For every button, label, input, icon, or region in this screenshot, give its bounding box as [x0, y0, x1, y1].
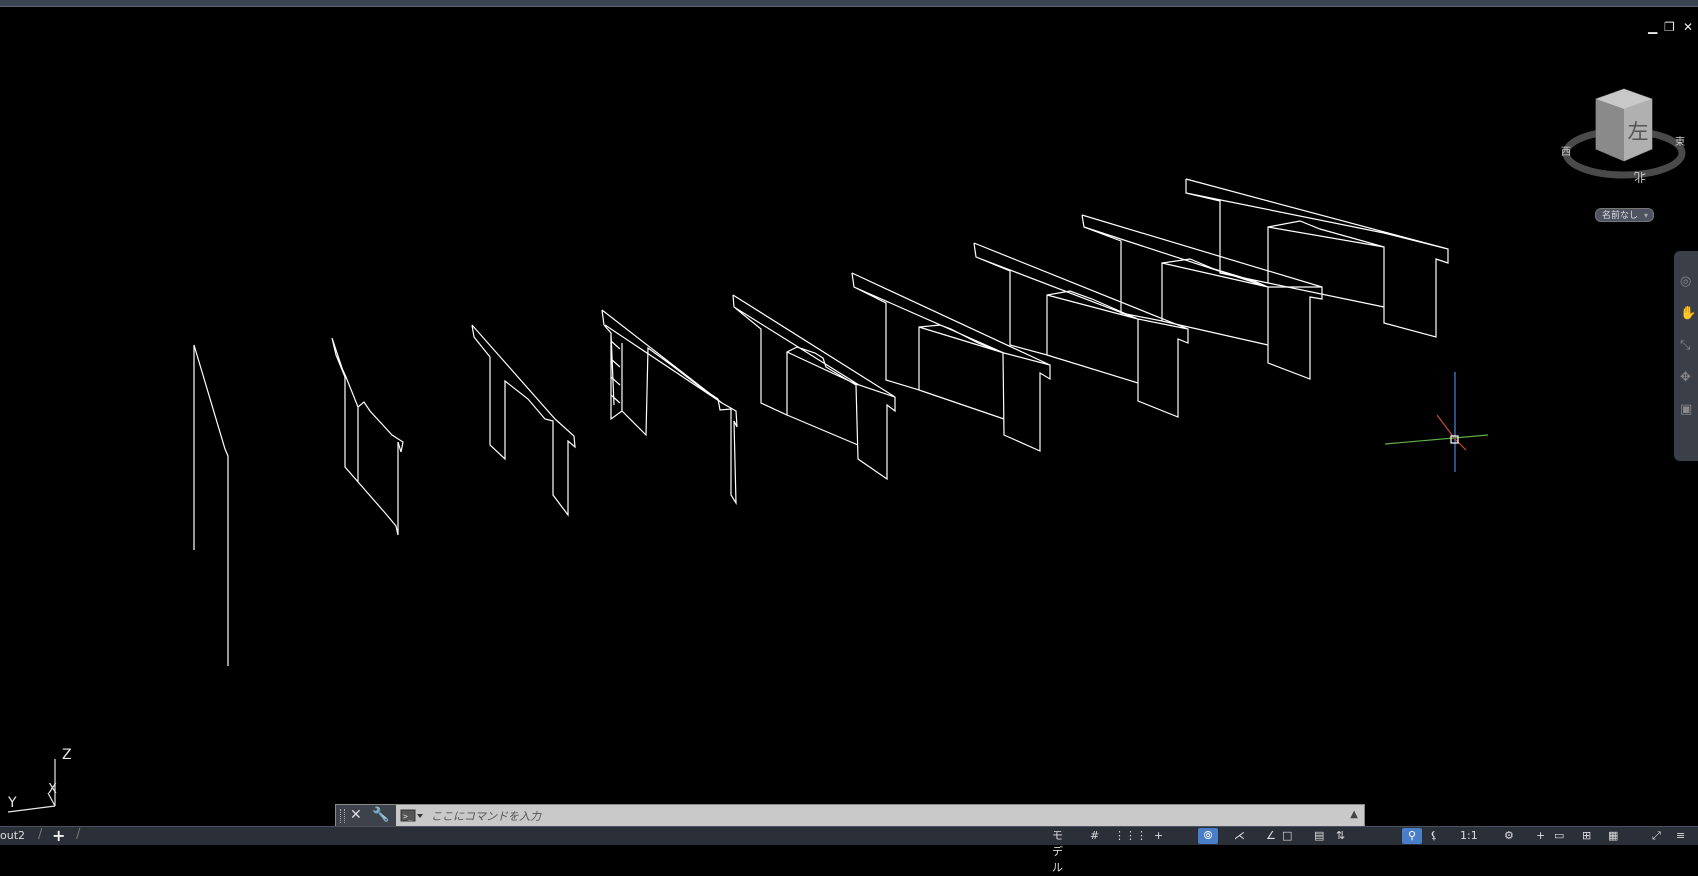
auto-scale-icon[interactable]: ⚸ [1430, 828, 1438, 844]
crosshair-cursor [1384, 372, 1489, 472]
viewcube-west: 西 [1561, 147, 1571, 158]
lineweight-icon[interactable]: ▤ [1314, 828, 1324, 844]
section-frame-4 [601, 309, 738, 506]
infer-constraints-icon[interactable]: + [1154, 828, 1163, 844]
section-frame-8 [1081, 214, 1323, 380]
title-bar [0, 0, 1698, 7]
fullscreen-icon[interactable]: ⤢ [1652, 828, 1661, 844]
ucs-y-label: Y [7, 795, 17, 811]
add-layout-button[interactable]: + [52, 826, 65, 845]
object-snap-icon[interactable]: □ [1282, 828, 1292, 844]
units-icon[interactable]: ▭ [1554, 828, 1564, 844]
hardware-acceleration-icon[interactable]: ▦ [1608, 828, 1618, 844]
svg-text:>_: >_ [403, 812, 413, 821]
viewcube-face-label: 左 [1628, 120, 1649, 144]
steering-wheel-icon[interactable]: ◎ [1680, 275, 1694, 289]
transparency-icon[interactable]: ⇅ [1336, 828, 1345, 844]
command-line-toolbar: ✕ 🔧 [336, 805, 396, 827]
object-snap-tracking-icon[interactable]: ∠ [1266, 828, 1276, 844]
section-frame-3 [471, 324, 576, 517]
ucs-x-label: X [48, 782, 57, 797]
section-frame-7 [973, 242, 1189, 418]
section-frame-1 [193, 344, 229, 666]
snap-icon[interactable]: ⋮⋮⋮ [1114, 828, 1147, 844]
model-space-button[interactable]: モデル [1052, 828, 1063, 874]
ucs-icon: Z Y X [7, 747, 72, 813]
zoom-extents-icon[interactable]: ⤡ [1680, 339, 1694, 353]
gear-icon[interactable]: ⚙ [1504, 828, 1514, 844]
ucs-z-label: Z [62, 747, 72, 763]
restore-icon[interactable]: ❐ [1664, 21, 1675, 33]
close-icon[interactable]: ✕ [350, 807, 362, 823]
grip-handle-icon[interactable] [340, 809, 345, 823]
navigation-bar: ◎ ✋ ⤡ ✥ ▣ [1674, 251, 1698, 461]
chevron-down-icon: ▾ [1643, 211, 1648, 220]
pan-icon[interactable]: ✋ [1680, 307, 1696, 321]
quick-properties-icon[interactable]: ⊞ [1582, 828, 1591, 844]
command-input[interactable] [431, 807, 1311, 825]
command-line: ✕ 🔧 >_ ▲ [335, 804, 1365, 828]
model-space-drawing [193, 178, 1489, 666]
command-history-icon[interactable]: ▲ [1350, 809, 1358, 820]
command-prompt-icon[interactable]: >_ [400, 809, 424, 823]
annotation-visibility-icon[interactable]: ⚲ [1402, 828, 1422, 844]
orbit-icon[interactable]: ✥ [1680, 371, 1694, 385]
minimize-icon[interactable]: ▁ [1648, 21, 1657, 33]
section-frame-5 [732, 294, 896, 481]
isometric-draft-icon[interactable]: ⋌ [1234, 828, 1245, 844]
drawing-viewport[interactable]: ▁ ❐ ✕ 左 北 西 東 名前なし ▾ ◎ ✋ ⤡ ✥ ▣ Z Y X ✕ 🔧… [0, 7, 1698, 828]
annotation-monitor-icon[interactable]: + [1536, 828, 1545, 844]
viewcube[interactable]: 左 北 西 東 [1552, 85, 1692, 190]
polar-tracking-icon[interactable]: ⦾ [1198, 828, 1218, 844]
annotation-scale[interactable]: 1:1 [1460, 828, 1478, 844]
wcs-label: 名前なし [1602, 211, 1639, 221]
showmotion-icon[interactable]: ▣ [1680, 403, 1694, 417]
section-frame-2 [331, 337, 404, 536]
status-bar: out2 / + / モデル # ⋮⋮⋮ + ⦾ ⋌ ∠ □ ▤ ⇅ ⚲ ⚸ 1… [0, 826, 1698, 874]
grid-icon[interactable]: # [1090, 828, 1099, 844]
close-icon[interactable]: ✕ [1683, 21, 1693, 33]
wcs-menu[interactable]: 名前なし ▾ [1595, 208, 1654, 222]
section-frame-6 [851, 272, 1051, 452]
customize-icon[interactable]: ≡ [1676, 828, 1685, 844]
tab-separator: / [38, 827, 43, 842]
tab-separator: / [76, 827, 81, 842]
wrench-icon[interactable]: 🔧 [372, 807, 389, 823]
viewcube-east: 東 [1675, 135, 1685, 148]
viewcube-north: 北 [1634, 170, 1646, 184]
tab-layout[interactable]: out2 [0, 829, 25, 842]
